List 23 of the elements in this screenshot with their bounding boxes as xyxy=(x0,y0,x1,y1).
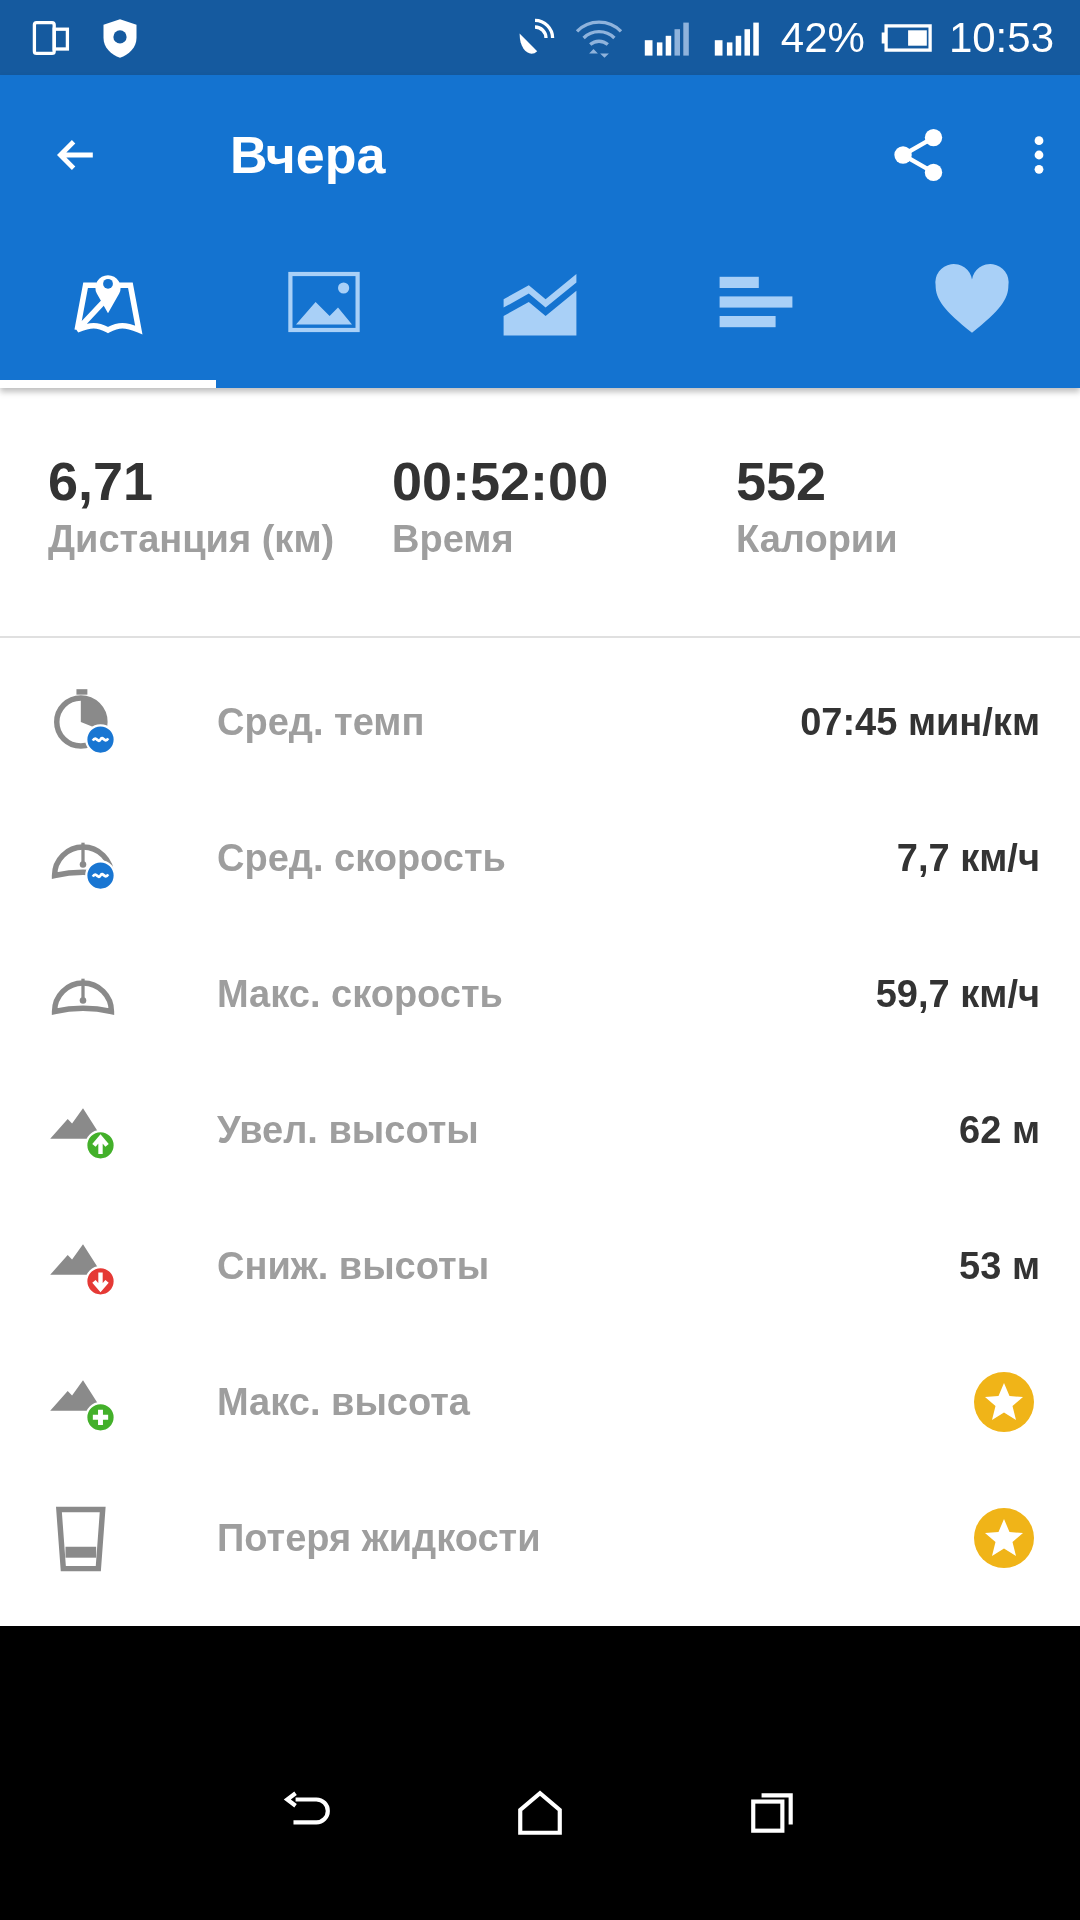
metric-value: 59,7 км/ч xyxy=(875,972,1040,1016)
clock: 10:53 xyxy=(948,13,1054,62)
metric-label: Увел. высоты xyxy=(217,1108,480,1152)
metric-label: Потеря жидкости xyxy=(217,1516,542,1560)
stat-label: Дистанция (км) xyxy=(48,518,335,561)
metric-value: 53 м xyxy=(959,1244,1040,1288)
star-badge-icon[interactable] xyxy=(974,1372,1034,1432)
metric-value: 07:45 мин/км xyxy=(800,700,1040,744)
stat-value: 00:52:00 xyxy=(392,450,609,512)
battery-percent: 42% xyxy=(780,13,865,62)
stat-label: Калории xyxy=(736,518,898,561)
stat-value: 6,71 xyxy=(48,450,154,512)
screen-title: Вчера xyxy=(230,125,387,185)
stat-value: 552 xyxy=(736,450,827,512)
metric-label: Сниж. высоты xyxy=(217,1244,491,1288)
metric-label: Сред. скорость xyxy=(217,836,507,880)
metric-label: Сред. темп xyxy=(217,700,426,744)
stat-label: Время xyxy=(392,518,514,561)
star-badge-icon[interactable] xyxy=(974,1508,1034,1568)
metric-label: Макс. высота xyxy=(217,1380,471,1424)
metric-label: Макс. скорость xyxy=(217,972,504,1016)
metric-value: 62 м xyxy=(959,1108,1040,1152)
metric-value: 7,7 км/ч xyxy=(896,836,1040,880)
